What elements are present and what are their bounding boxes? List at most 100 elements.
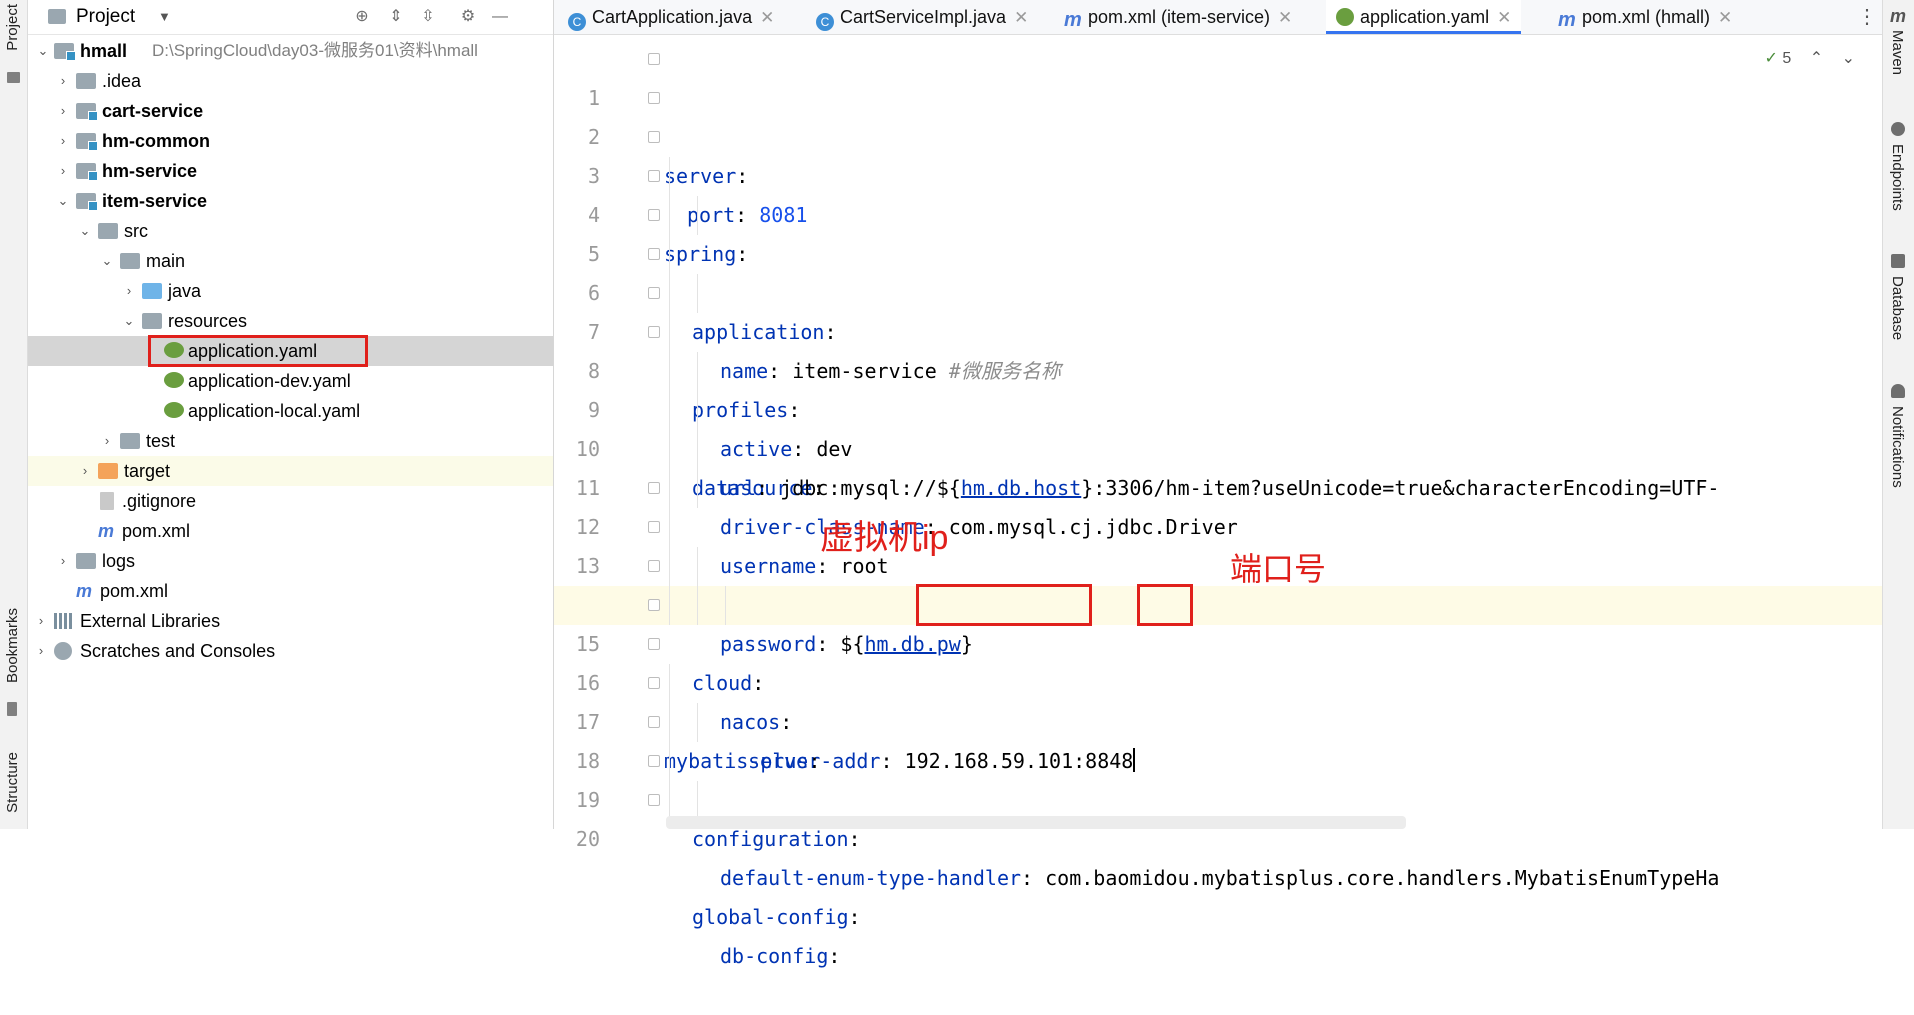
tree-item-cart-service[interactable]: › cart-service xyxy=(28,96,553,126)
tab-pom-item-service[interactable]: m pom.xml (item-service) ✕ xyxy=(1064,0,1292,34)
chevron-right-icon[interactable]: › xyxy=(56,546,70,576)
tree-item-hmall[interactable]: ⌄ hmall D:\SpringCloud\day03-微服务01\资料\hm… xyxy=(28,36,553,66)
tree-item-gitignore[interactable]: .gitignore xyxy=(28,486,553,516)
maven-tool-tab[interactable]: Maven xyxy=(1889,30,1906,75)
tree-item-target[interactable]: › target xyxy=(28,456,553,486)
chevron-down-icon[interactable]: ⌄ xyxy=(56,186,70,216)
chevron-right-icon[interactable]: › xyxy=(56,66,70,96)
tree-item-logs[interactable]: › logs xyxy=(28,546,553,576)
tree-item-idea[interactable]: › .idea xyxy=(28,66,553,96)
chevron-right-icon[interactable]: › xyxy=(100,426,114,456)
chevron-down-icon[interactable]: ⌄ xyxy=(122,306,136,336)
code-line: 7 active: dev xyxy=(554,274,1883,461)
chevron-right-icon[interactable]: › xyxy=(56,126,70,156)
tree-item-java[interactable]: › java xyxy=(28,276,553,306)
tree-item-label: hm-service xyxy=(102,161,198,181)
code-line: 12 password: ${hm.db.pw} xyxy=(554,469,1883,656)
bell-icon xyxy=(1891,384,1905,398)
folder-icon xyxy=(7,72,20,83)
close-icon[interactable]: ✕ xyxy=(760,8,774,27)
tab-pom-hmall[interactable]: m pom.xml (hmall) ✕ xyxy=(1558,0,1732,34)
code-line: 6 profiles: xyxy=(554,235,1883,422)
tree-item-main[interactable]: ⌄ main xyxy=(28,246,553,276)
notifications-tool-tab[interactable]: Notifications xyxy=(1889,406,1906,488)
fold-icon[interactable] xyxy=(648,677,660,689)
module-folder-icon xyxy=(54,43,76,61)
fold-icon[interactable] xyxy=(648,209,660,221)
tree-item-scratches[interactable]: › Scratches and Consoles xyxy=(28,636,553,666)
line-number: 20 xyxy=(575,827,600,851)
tree-item-test[interactable]: › test xyxy=(28,426,553,456)
database-tool-tab[interactable]: Database xyxy=(1889,276,1906,340)
tree-item-application-yaml[interactable]: application.yaml xyxy=(28,335,553,367)
fold-icon[interactable] xyxy=(648,716,660,728)
collapse-all-icon[interactable]: ⇳ xyxy=(420,9,436,25)
scratches-icon xyxy=(54,642,72,660)
gear-icon[interactable]: ⚙ xyxy=(460,9,476,25)
tree-item-application-dev-yaml[interactable]: application-dev.yaml xyxy=(28,366,553,396)
chevron-down-icon[interactable]: ⌄ xyxy=(78,216,92,246)
maven-icon: m xyxy=(75,581,92,601)
fold-icon[interactable] xyxy=(648,326,660,338)
fold-icon[interactable] xyxy=(648,248,660,260)
chevron-right-icon[interactable]: › xyxy=(122,276,136,306)
tree-item-label: application-dev.yaml xyxy=(188,371,351,391)
tree-item-item-service[interactable]: ⌄ item-service xyxy=(28,186,553,216)
chevron-right-icon[interactable]: › xyxy=(56,156,70,186)
close-icon[interactable]: ✕ xyxy=(1014,8,1028,27)
horizontal-scrollbar[interactable] xyxy=(666,816,1406,829)
fold-icon[interactable] xyxy=(648,482,660,494)
tree-item-label: Scratches and Consoles xyxy=(80,641,276,661)
fold-icon[interactable] xyxy=(648,131,660,143)
resources-folder-icon xyxy=(142,313,162,329)
chevron-down-icon[interactable]: ▼ xyxy=(158,0,171,34)
tree-item-hm-service[interactable]: › hm-service xyxy=(28,156,553,186)
tree-item-resources[interactable]: ⌄ resources xyxy=(28,306,553,336)
fold-icon[interactable] xyxy=(648,521,660,533)
expand-all-icon[interactable]: ⇕ xyxy=(388,9,404,25)
chevron-right-icon[interactable]: › xyxy=(34,636,48,666)
close-icon[interactable]: ✕ xyxy=(1497,8,1511,27)
more-tabs-icon[interactable]: ⋮ xyxy=(1857,0,1877,34)
libraries-icon xyxy=(54,613,72,629)
fold-icon[interactable] xyxy=(648,638,660,650)
tab-cart-service-impl[interactable]: C CartServiceImpl.java ✕ xyxy=(816,0,1028,34)
bookmarks-tool-tab[interactable]: Bookmarks xyxy=(4,608,21,683)
fold-icon[interactable] xyxy=(648,755,660,767)
locate-icon[interactable]: ⊕ xyxy=(354,9,370,25)
tree-item-application-local-yaml[interactable]: application-local.yaml xyxy=(28,396,553,426)
structure-tool-tab[interactable]: Structure xyxy=(4,752,21,813)
maven-icon: m xyxy=(1064,9,1082,31)
tree-item-label: .idea xyxy=(102,71,142,91)
tree-item-pom-xml-root[interactable]: m pom.xml xyxy=(28,576,553,606)
fold-icon[interactable] xyxy=(648,92,660,104)
tree-item-external-libraries[interactable]: › External Libraries xyxy=(28,606,553,636)
fold-icon[interactable] xyxy=(648,560,660,572)
project-tool-tab[interactable]: Project xyxy=(4,4,21,51)
chevron-right-icon[interactable]: › xyxy=(34,606,48,636)
hide-icon[interactable]: — xyxy=(492,9,508,25)
chevron-down-icon[interactable]: ⌄ xyxy=(100,246,114,276)
endpoints-tool-tab[interactable]: Endpoints xyxy=(1889,144,1906,211)
tab-application-yaml[interactable]: application.yaml ✕ xyxy=(1326,0,1522,34)
tree-item-src[interactable]: ⌄ src xyxy=(28,216,553,246)
fold-icon[interactable] xyxy=(648,170,660,182)
tab-cart-application[interactable]: C CartApplication.java ✕ xyxy=(568,0,774,34)
tree-item-pom-xml[interactable]: m pom.xml xyxy=(28,516,553,546)
close-icon[interactable]: ✕ xyxy=(1278,8,1292,27)
class-icon: C xyxy=(816,13,834,31)
tree-item-hm-common[interactable]: › hm-common xyxy=(28,126,553,156)
excluded-folder-icon xyxy=(98,463,118,479)
chevron-right-icon[interactable]: › xyxy=(78,456,92,486)
chevron-down-icon[interactable]: ⌄ xyxy=(36,36,50,66)
chevron-right-icon[interactable]: › xyxy=(56,96,70,126)
fold-icon[interactable] xyxy=(648,599,660,611)
code-editor[interactable]: 1 server: 2 port: 8081 3 spring: 4 appli… xyxy=(554,40,1883,968)
project-panel-title[interactable]: Project xyxy=(76,0,135,34)
fold-icon[interactable] xyxy=(648,53,660,65)
fold-icon[interactable] xyxy=(648,287,660,299)
tree-item-label: pom.xml xyxy=(122,521,191,541)
close-icon[interactable]: ✕ xyxy=(1718,8,1732,27)
module-folder-icon xyxy=(76,193,98,211)
fold-icon[interactable] xyxy=(648,794,660,806)
